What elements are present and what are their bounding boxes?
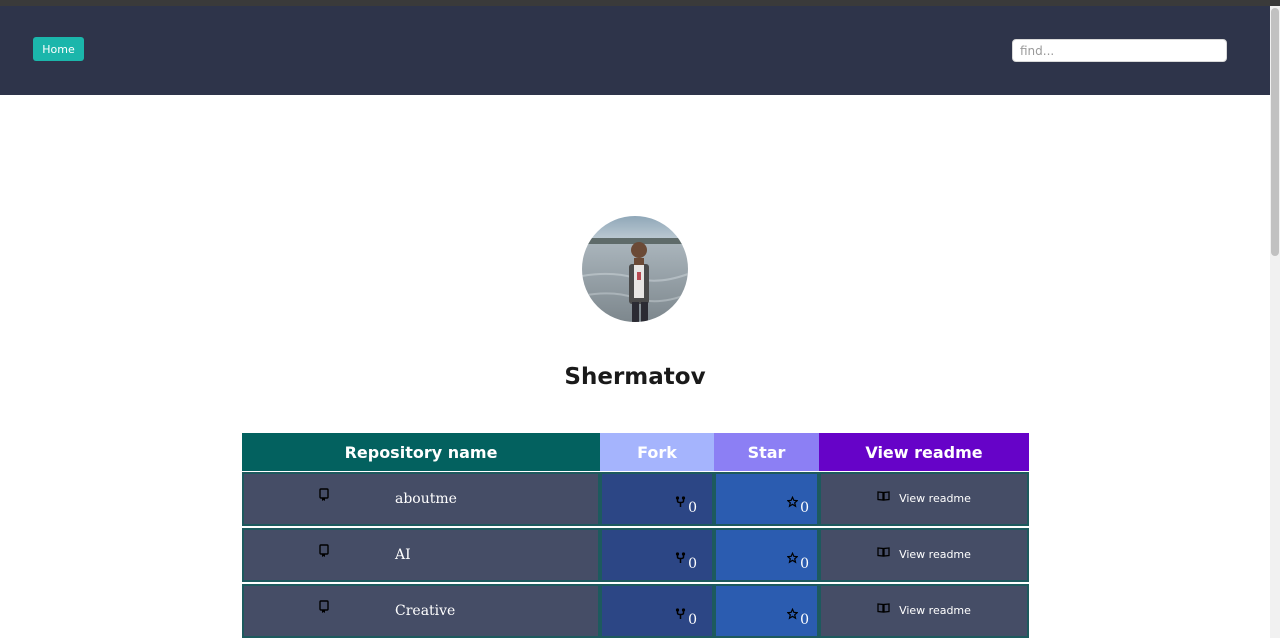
- view-readme-label: View readme: [899, 491, 971, 505]
- star-icon: [787, 608, 799, 620]
- profile-name: Shermatov: [564, 364, 706, 390]
- book-icon: [877, 603, 890, 613]
- star-icon: [787, 496, 799, 508]
- repo-name-cell: Creative: [242, 584, 600, 638]
- view-readme-cell: View readme: [819, 584, 1029, 638]
- repo-name-cell: AI: [242, 528, 600, 582]
- top-navbar: Home: [0, 6, 1270, 95]
- header-star: Star: [714, 433, 819, 471]
- book-icon: [877, 547, 890, 557]
- fork-count: 0: [688, 556, 697, 572]
- profile-avatar: [582, 216, 688, 322]
- fork-count-cell: 0: [600, 584, 714, 638]
- star-count: 0: [800, 500, 809, 516]
- repo-name-cell: aboutme: [242, 472, 600, 526]
- view-readme-link[interactable]: View readme: [821, 474, 1027, 524]
- star-count: 0: [800, 556, 809, 572]
- repo-icon: [319, 600, 329, 613]
- book-icon: [877, 491, 890, 501]
- home-button[interactable]: Home: [33, 37, 84, 61]
- header-view-readme: View readme: [819, 433, 1029, 471]
- view-readme-cell: View readme: [819, 528, 1029, 582]
- star-count-cell: 0: [714, 472, 819, 526]
- fork-count: 0: [688, 500, 697, 516]
- star-count: 0: [800, 612, 809, 628]
- fork-count-cell: 0: [600, 472, 714, 526]
- avatar-photo: [582, 216, 688, 322]
- view-readme-link[interactable]: View readme: [821, 530, 1027, 580]
- fork-count-cell: 0: [600, 528, 714, 582]
- search-input[interactable]: [1012, 39, 1227, 62]
- header-fork: Fork: [600, 433, 714, 471]
- scrollbar-thumb[interactable]: [1271, 8, 1279, 256]
- repo-name[interactable]: AI: [395, 547, 411, 563]
- fork-icon: [675, 552, 686, 563]
- repo-name[interactable]: aboutme: [395, 491, 457, 507]
- page-scrollbar[interactable]: [1270, 6, 1280, 638]
- view-readme-link[interactable]: View readme: [821, 586, 1027, 636]
- repo-name[interactable]: Creative: [395, 603, 455, 619]
- fork-icon: [675, 496, 686, 507]
- repo-icon: [319, 544, 329, 557]
- view-readme-cell: View readme: [819, 472, 1029, 526]
- view-readme-label: View readme: [899, 547, 971, 561]
- star-count-cell: 0: [714, 528, 819, 582]
- fork-icon: [675, 608, 686, 619]
- view-readme-label: View readme: [899, 603, 971, 617]
- header-repository-name: Repository name: [242, 433, 600, 471]
- fork-count: 0: [688, 612, 697, 628]
- repo-icon: [319, 488, 329, 501]
- star-count-cell: 0: [714, 584, 819, 638]
- star-icon: [787, 552, 799, 564]
